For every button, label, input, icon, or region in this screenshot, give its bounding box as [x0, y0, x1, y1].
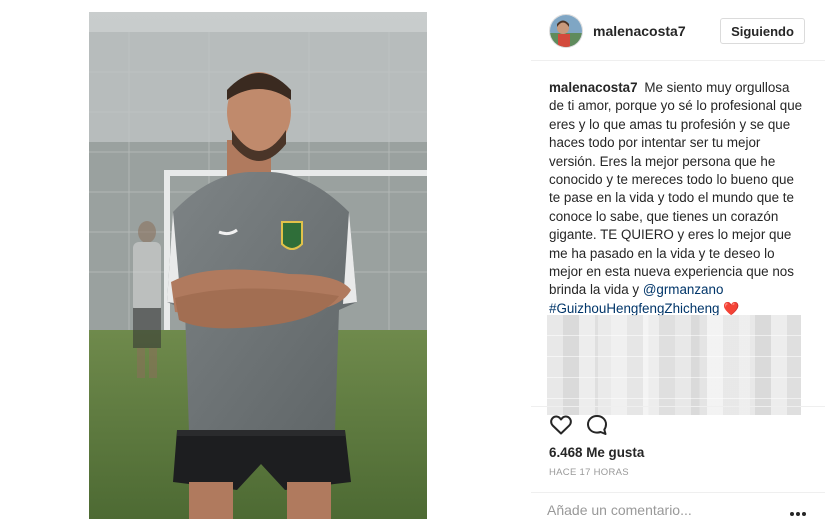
hashtag-link[interactable]: #GuizhouHengfengZhicheng: [549, 301, 719, 316]
following-button[interactable]: Siguiendo: [720, 18, 805, 44]
post-sidebar: malenacosta7 Siguiendo malenacosta7 Me s…: [531, 0, 825, 528]
caption-author-link[interactable]: malenacosta7: [549, 80, 638, 95]
caption: malenacosta7 Me siento muy orgullosa de …: [549, 79, 803, 318]
avatar-image: [550, 15, 582, 47]
speech-bubble-icon[interactable]: [585, 413, 609, 437]
heart-outline-icon[interactable]: [549, 413, 573, 437]
post-photo[interactable]: [89, 12, 427, 519]
post-photo-illustration: [89, 12, 427, 519]
comment-section: [531, 492, 825, 528]
pixelated-comments: [547, 315, 801, 415]
avatar[interactable]: [549, 14, 583, 48]
caption-text: Me siento muy orgullosa de ti amor, porq…: [549, 80, 803, 298]
red-heart-emoji: ❤️: [723, 300, 740, 316]
header-divider: [531, 60, 825, 61]
post-timestamp[interactable]: HACE 17 HORAS: [549, 467, 629, 478]
mention-link[interactable]: @grmanzano: [643, 282, 724, 297]
comment-input[interactable]: [547, 500, 777, 520]
likes-count[interactable]: 6.468 Me gusta: [549, 445, 644, 460]
ellipsis-icon[interactable]: [789, 504, 807, 516]
actions-divider: [531, 406, 825, 407]
username-link[interactable]: malenacosta7: [593, 23, 686, 39]
post-header: malenacosta7 Siguiendo: [531, 12, 825, 52]
comment-divider: [531, 492, 825, 493]
